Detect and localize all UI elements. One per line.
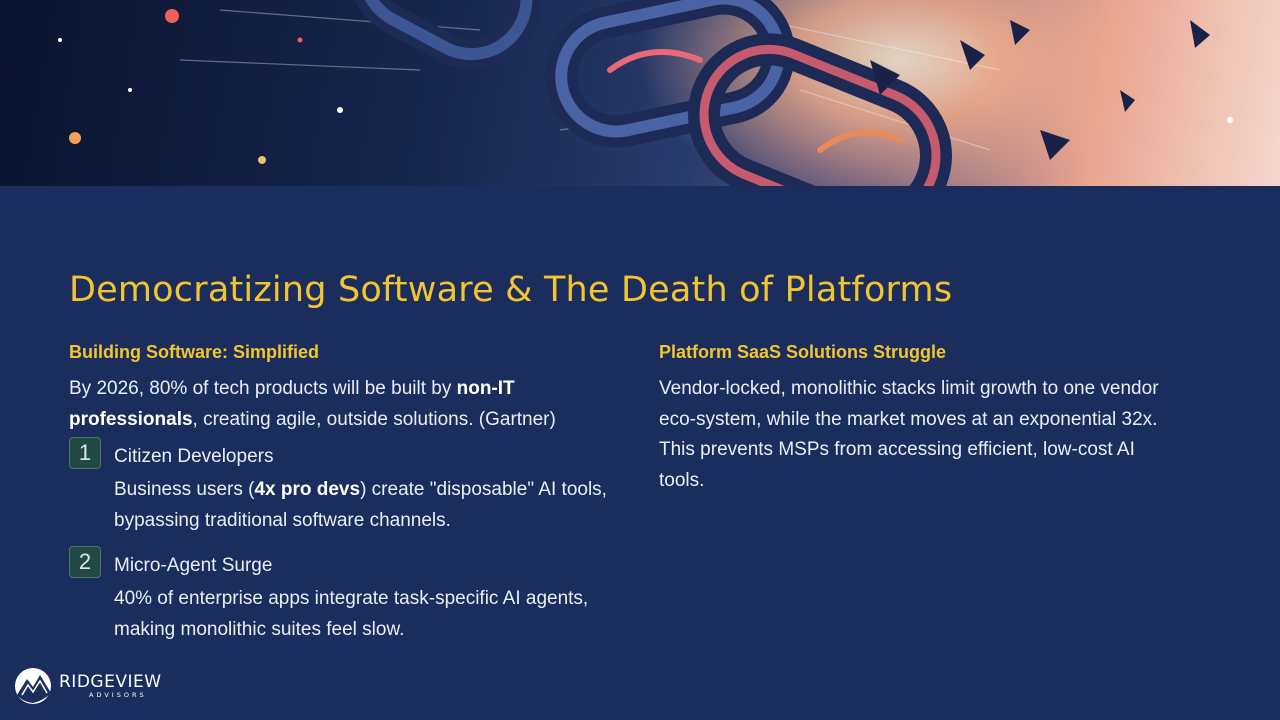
item-body-text: Business users ( [114,479,255,500]
item-title: Micro-Agent Surge [114,555,273,576]
item-body: 40% of enterprise apps integrate task-sp… [114,588,589,640]
right-body: Vendor-locked, monolithic stacks limit g… [659,378,1159,491]
page-title: Democratizing Software & The Death of Pl… [69,270,953,310]
number-badge: 2 [69,546,101,578]
item-body: Business users (4x pro devs) create "dis… [114,475,609,536]
right-heading: Platform SaaS Solutions Struggle [659,342,947,362]
slide: Democratizing Software & The Death of Pl… [0,0,1280,720]
logo-subtitle: ADVISORS [89,691,147,699]
list-item-1: 1 Citizen Developers Business users (4x … [69,437,609,536]
ridgeview-logo-icon [15,668,51,704]
breaking-chain-icon [58,0,1233,186]
left-intro-text-end: , creating agile, outside solutions. (Ga… [192,408,556,430]
left-intro-text: By 2026, 80% of tech products will be bu… [69,378,457,399]
left-column: Building Software: Simplified By 2026, 8… [69,340,609,645]
list-item-2: 2 Micro-Agent Surge 40% of enterprise ap… [69,546,609,645]
right-column: Platform SaaS Solutions Struggle Vendor-… [659,340,1179,496]
hero-image [0,0,1280,186]
item-title: Citizen Developers [114,446,274,467]
number-badge: 1 [69,437,101,469]
left-heading: Building Software: Simplified [69,342,320,362]
company-logo: RIDGEVIEW ADVISORS [13,665,173,707]
item-body-bold: 4x pro devs [254,479,361,500]
logo-name: RIDGEVIEW [59,672,162,692]
left-intro: By 2026, 80% of tech products will be bu… [69,374,609,435]
